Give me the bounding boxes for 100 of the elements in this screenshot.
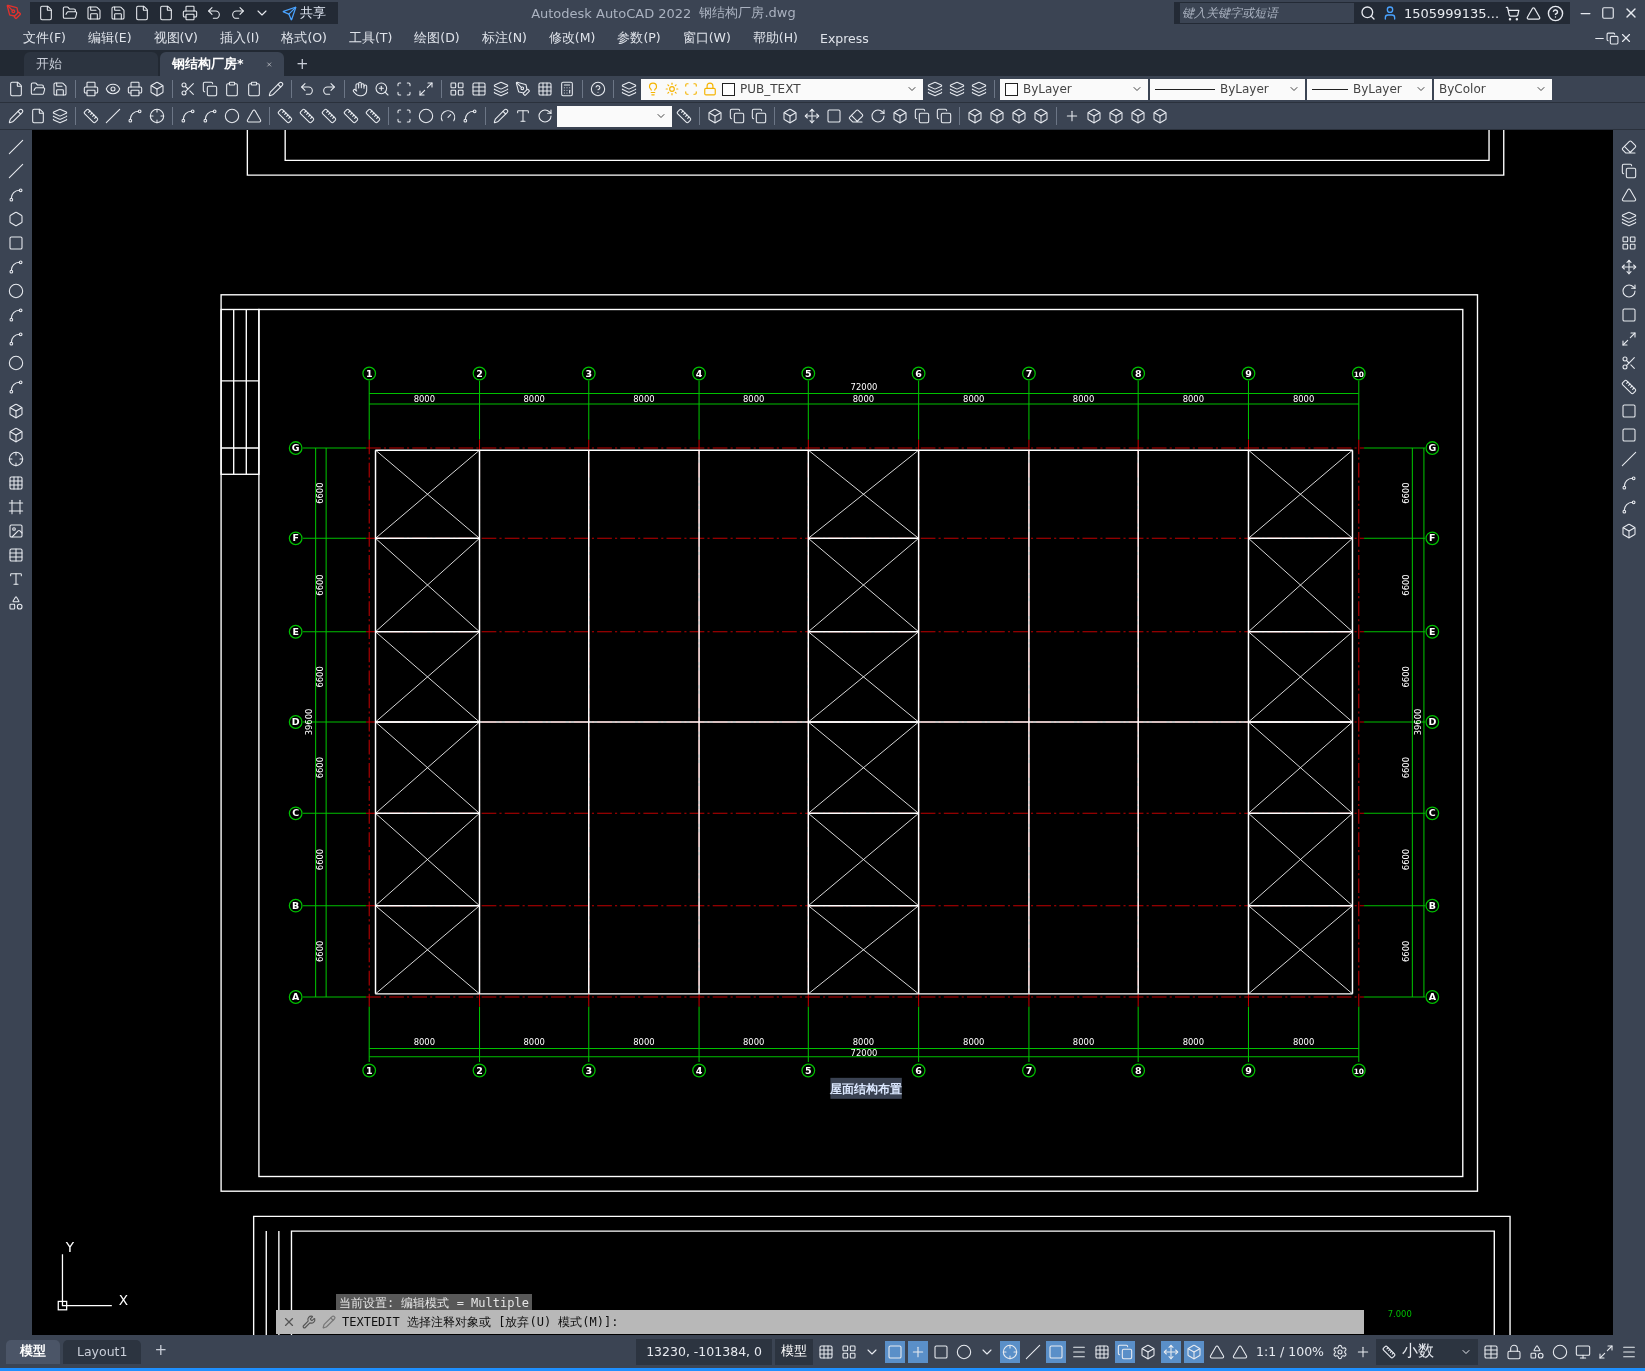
model-space-button[interactable]: 模型 bbox=[775, 1338, 813, 1365]
annotation-scale[interactable]: 1:1 / 100% bbox=[1253, 1344, 1327, 1359]
menu-item[interactable]: 帮助(H) bbox=[741, 29, 809, 47]
grid-bubble: C bbox=[1425, 806, 1440, 821]
grid-bubble: D bbox=[1425, 715, 1440, 729]
menu-item[interactable]: 工具(T) bbox=[337, 29, 404, 47]
dimension-label: 6600 bbox=[315, 848, 325, 871]
menu-item[interactable]: 参数(P) bbox=[606, 29, 672, 47]
menu-item[interactable]: 视图(V) bbox=[142, 29, 209, 47]
grid-bubble: 6 bbox=[911, 366, 926, 381]
grid-bubble: E bbox=[1425, 624, 1440, 639]
grid-bubble: G bbox=[288, 441, 303, 455]
dimension-label: 8000 bbox=[852, 1037, 875, 1048]
dimension-label: 6600 bbox=[315, 940, 325, 963]
grid-bubble: 5 bbox=[801, 366, 816, 381]
menu-item[interactable]: 格式(O) bbox=[270, 29, 338, 47]
dimension-label: 6600 bbox=[1401, 848, 1412, 871]
dimension-label: 8000 bbox=[1292, 393, 1315, 404]
dimension-label: 8000 bbox=[1182, 393, 1204, 404]
layout-tab[interactable]: Layout1 bbox=[63, 1339, 142, 1364]
dimension-label: 8000 bbox=[633, 393, 655, 404]
dimension-label: 8000 bbox=[523, 393, 545, 404]
grid-bubble: G bbox=[1425, 441, 1440, 455]
grid-bubble: 1 bbox=[362, 1063, 377, 1078]
grid-bubble: C bbox=[288, 806, 303, 821]
window-title: Autodesk AutoCAD 2022 bbox=[531, 5, 692, 21]
new-tab-button[interactable]: + bbox=[286, 55, 319, 76]
grid-bubble: 4 bbox=[692, 366, 706, 381]
grid-bubble: B bbox=[288, 898, 303, 913]
dimension-label: 8000 bbox=[963, 393, 985, 404]
dimension-label: 39600 bbox=[304, 708, 315, 736]
dimension-label: 8000 bbox=[633, 1037, 655, 1048]
grid-bubble: 7 bbox=[1022, 366, 1036, 381]
grid-bubble: 3 bbox=[581, 1063, 596, 1078]
dimension-label: 8000 bbox=[413, 393, 436, 404]
grid-bubble: A bbox=[1425, 990, 1440, 1004]
user-name[interactable]: 1505999135... bbox=[1403, 5, 1499, 21]
dimension-label: 6600 bbox=[1401, 482, 1412, 504]
grid-bubble: E bbox=[288, 624, 303, 639]
dimension-label: 8000 bbox=[1072, 1037, 1095, 1048]
grid-bubble: D bbox=[288, 715, 303, 729]
color-dropdown[interactable]: ByLayer bbox=[1000, 78, 1148, 100]
elevation-label: 7.000 bbox=[1387, 1309, 1412, 1320]
grid-bubble: 8 bbox=[1131, 1063, 1146, 1078]
grid-bubble: A bbox=[288, 990, 303, 1004]
dimension-label: 6600 bbox=[1401, 574, 1412, 596]
dimension-label: 8000 bbox=[1292, 1037, 1315, 1048]
grid-bubble: B bbox=[1425, 898, 1440, 913]
axis-label: X bbox=[118, 1291, 129, 1308]
file-name: 钢结构厂房.dwg bbox=[699, 4, 796, 22]
grid-bubble: 5 bbox=[801, 1063, 816, 1078]
dimension-label: 6600 bbox=[315, 574, 325, 596]
menu-item[interactable]: 修改(M) bbox=[537, 29, 607, 47]
grid-bubble: F bbox=[1425, 531, 1440, 546]
new-layout-button[interactable]: + bbox=[144, 1341, 178, 1362]
grid-bubble: 1 bbox=[362, 366, 377, 381]
search-field[interactable]: 键入关键字或短语 bbox=[1179, 3, 1354, 23]
menu-item[interactable]: 窗口(W) bbox=[671, 29, 742, 47]
dimension-label: 8000 bbox=[743, 393, 765, 404]
grid-bubble: 9 bbox=[1241, 366, 1256, 381]
file-tab[interactable]: 开始 bbox=[24, 52, 158, 76]
grid-bubble: 4 bbox=[692, 1063, 706, 1078]
grid-bubble: 6 bbox=[911, 1063, 926, 1078]
layer-dropdown[interactable]: PUB_TEXT bbox=[641, 78, 923, 100]
command-prompt: TEXTEDIT 选择注释对象或 [放弃(U) 模式(M)]: bbox=[342, 1313, 619, 1331]
dimension-label: 39600 bbox=[1412, 708, 1423, 736]
menu-item[interactable]: 编辑(E) bbox=[76, 29, 143, 47]
linetype-dropdown[interactable]: ByLayer bbox=[1150, 78, 1305, 100]
menu-item[interactable]: 文件(F) bbox=[12, 29, 77, 47]
dimension-label: 8000 bbox=[1182, 1037, 1204, 1048]
drawing-title: 屋面结构布置 bbox=[830, 1077, 903, 1099]
file-tab[interactable]: 钢结构厂房* bbox=[160, 52, 284, 76]
menu-item[interactable]: 绘图(D) bbox=[403, 29, 471, 47]
dimension-label: 8000 bbox=[1072, 393, 1095, 404]
grid-bubble: 2 bbox=[472, 366, 487, 381]
dimension-label: 6600 bbox=[315, 482, 325, 504]
grid-bubble: 3 bbox=[581, 366, 596, 381]
plot-style-dropdown[interactable]: ByColor bbox=[1434, 78, 1552, 100]
dimension-label: 8000 bbox=[743, 1037, 765, 1048]
dimension-label: 8000 bbox=[523, 1037, 545, 1048]
menu-item[interactable]: 标注(N) bbox=[470, 29, 538, 47]
menu-item[interactable]: Express bbox=[809, 30, 880, 46]
dimension-label: 6600 bbox=[315, 666, 325, 688]
lineweight-dropdown[interactable]: ByLayer bbox=[1307, 78, 1432, 100]
grid-bubble: 8 bbox=[1131, 366, 1146, 381]
dimension-label: 72000 bbox=[850, 382, 878, 393]
grid-bubble: F bbox=[288, 531, 303, 546]
menu-item[interactable]: 插入(I) bbox=[208, 29, 271, 47]
layout-tab[interactable]: 模型 bbox=[6, 1339, 60, 1364]
dimension-label: 6600 bbox=[315, 757, 325, 779]
grid-bubble: 7 bbox=[1022, 1063, 1036, 1078]
share-button[interactable]: 共享 bbox=[276, 3, 332, 23]
dimension-label: 6600 bbox=[1401, 940, 1412, 963]
dimension-label: 6600 bbox=[1401, 666, 1412, 688]
dimension-label: 72000 bbox=[850, 1047, 878, 1058]
grid-bubble: 9 bbox=[1241, 1063, 1256, 1078]
units-dropdown[interactable]: 小数 bbox=[1376, 1338, 1478, 1365]
dimension-label: 6600 bbox=[1401, 757, 1412, 779]
grid-bubble: 2 bbox=[472, 1063, 487, 1078]
dimension-label: 8000 bbox=[852, 393, 875, 404]
